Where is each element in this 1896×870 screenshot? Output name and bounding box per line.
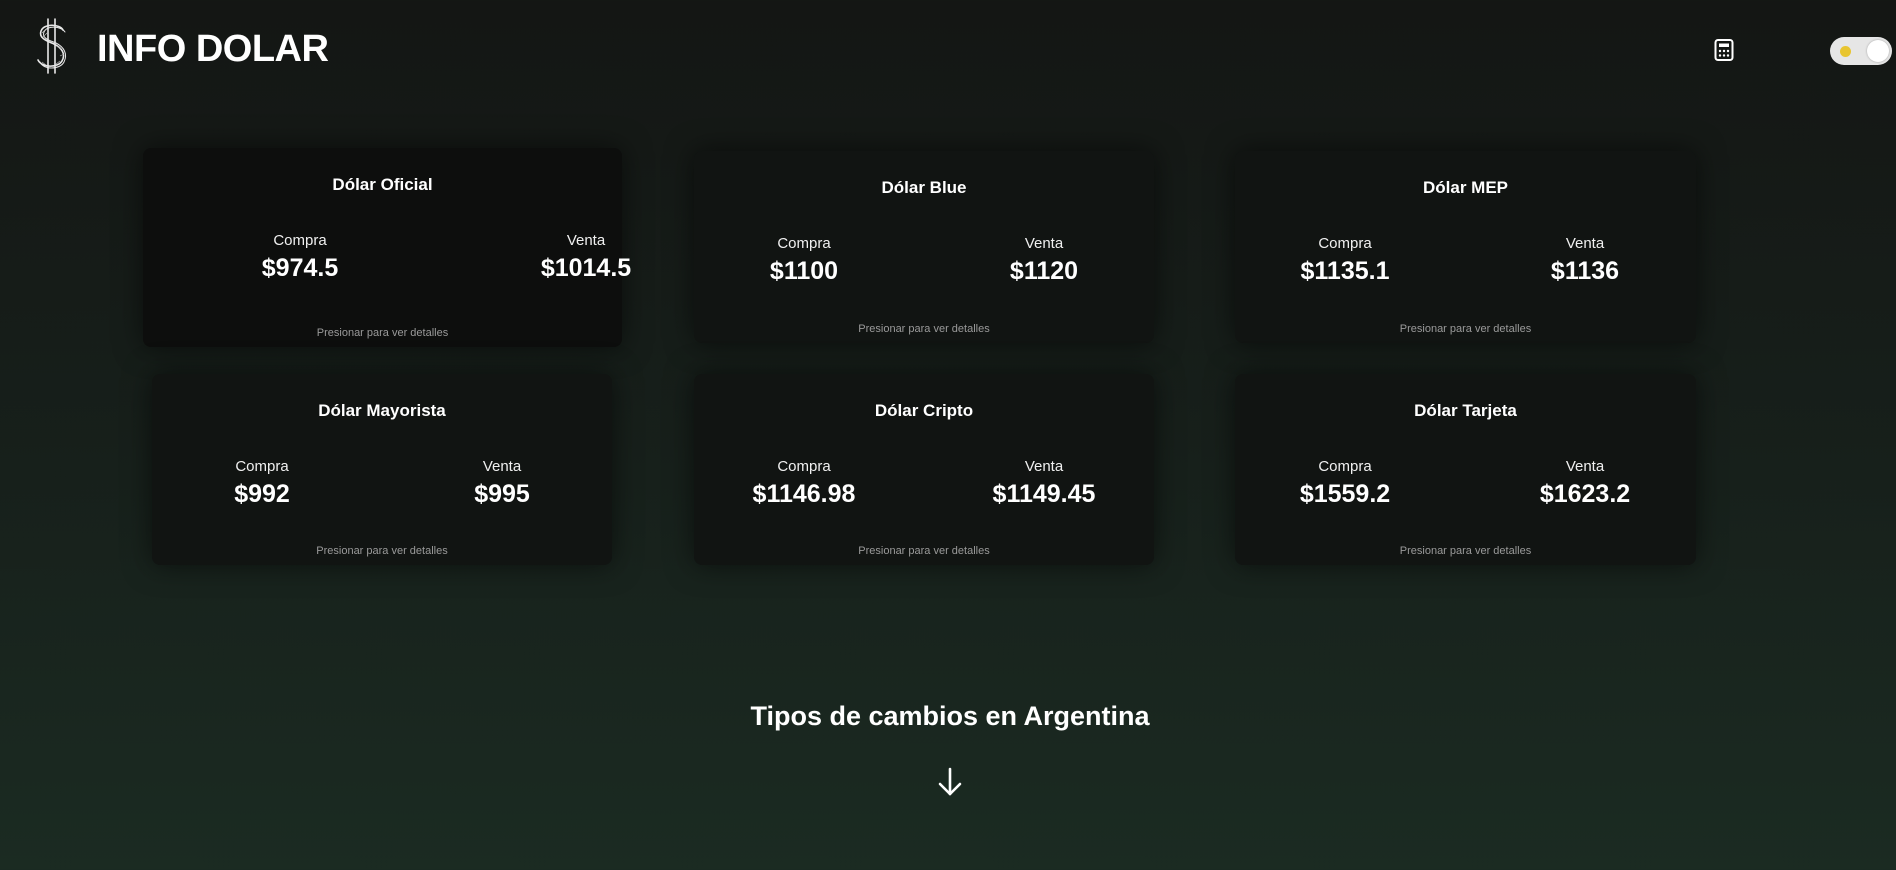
buy-column: Compra $974.5 — [220, 232, 380, 282]
card-hint: Presionar para ver detalles — [858, 545, 990, 557]
card-hint: Presionar para ver detalles — [1399, 323, 1532, 335]
sell-value: $1014.5 — [540, 254, 632, 282]
buy-column: Compra $992 — [182, 458, 342, 508]
card-title: Dólar Cripto — [874, 401, 974, 420]
card-hint: Presionar para ver detalles — [858, 323, 990, 335]
sell-column: Venta $1120 — [964, 235, 1124, 285]
card-title: Dólar Tarjeta — [1414, 401, 1517, 420]
buy-label: Compra — [235, 458, 289, 475]
dollar-sign-icon — [37, 18, 67, 74]
sell-label: Venta — [1024, 235, 1064, 252]
card-title: Dólar Mayorista — [318, 401, 446, 420]
card-hint: Presionar para ver detalles — [316, 545, 448, 557]
sell-value: $1623.2 — [1539, 480, 1631, 508]
card-dolar-cripto[interactable]: Dólar Cripto Compra $1146.98 Venta $1149… — [694, 374, 1154, 565]
calculator-icon[interactable] — [1712, 38, 1736, 62]
theme-toggle[interactable] — [1830, 37, 1892, 65]
buy-label: Compra — [273, 232, 327, 249]
buy-label: Compra — [1318, 458, 1372, 475]
sell-column: Venta $1014.5 — [506, 232, 666, 282]
card-title: Dólar MEP — [1422, 178, 1509, 197]
sell-column: Venta $1136 — [1505, 235, 1665, 285]
header: INFO DOLAR — [0, 0, 1896, 100]
sell-column: Venta $995 — [422, 458, 582, 508]
sell-label: Venta — [482, 458, 522, 475]
buy-label: Compra — [777, 235, 831, 252]
sell-column: Venta $1149.45 — [964, 458, 1124, 508]
arrow-down-icon[interactable] — [935, 766, 965, 798]
buy-column: Compra $1559.2 — [1265, 458, 1425, 508]
buy-value: $1135.1 — [1300, 257, 1390, 285]
card-dolar-mayorista[interactable]: Dólar Mayorista Compra $992 Venta $995 P… — [152, 374, 612, 565]
buy-value: $992 — [234, 480, 290, 508]
brand-title: INFO DOLAR — [97, 28, 329, 70]
buy-value: $1100 — [769, 257, 839, 285]
card-dolar-blue[interactable]: Dólar Blue Compra $1100 Venta $1120 Pres… — [694, 151, 1154, 343]
buy-column: Compra $1135.1 — [1265, 235, 1425, 285]
buy-label: Compra — [777, 458, 831, 475]
sell-label: Venta — [1565, 235, 1605, 252]
buy-value: $1559.2 — [1299, 480, 1391, 508]
buy-label: Compra — [1318, 235, 1372, 252]
card-title: Dólar Blue — [881, 178, 967, 197]
sell-value: $1149.45 — [992, 480, 1096, 508]
card-hint: Presionar para ver detalles — [1399, 545, 1532, 557]
card-hint: Presionar para ver detalles — [316, 327, 449, 339]
section-title: Tipos de cambios en Argentina — [750, 701, 1150, 731]
sell-value: $1136 — [1550, 257, 1620, 285]
sell-column: Venta $1623.2 — [1505, 458, 1665, 508]
card-title: Dólar Oficial — [332, 175, 433, 194]
buy-value: $1146.98 — [752, 480, 856, 508]
sell-label: Venta — [566, 232, 606, 249]
buy-column: Compra $1100 — [724, 235, 884, 285]
buy-column: Compra $1146.98 — [724, 458, 884, 508]
sun-indicator-icon — [1840, 46, 1851, 57]
card-dolar-oficial[interactable]: Dólar Oficial Compra $974.5 Venta $1014.… — [143, 148, 631, 347]
sell-label: Venta — [1024, 458, 1064, 475]
sell-value: $1120 — [1009, 257, 1079, 285]
buy-value: $974.5 — [261, 254, 339, 282]
sell-value: $995 — [474, 480, 530, 508]
card-dolar-mep[interactable]: Dólar MEP Compra $1135.1 Venta $1136 Pre… — [1235, 151, 1696, 343]
toggle-knob — [1867, 40, 1889, 62]
sell-label: Venta — [1565, 458, 1605, 475]
card-dolar-tarjeta[interactable]: Dólar Tarjeta Compra $1559.2 Venta $1623… — [1235, 374, 1696, 565]
